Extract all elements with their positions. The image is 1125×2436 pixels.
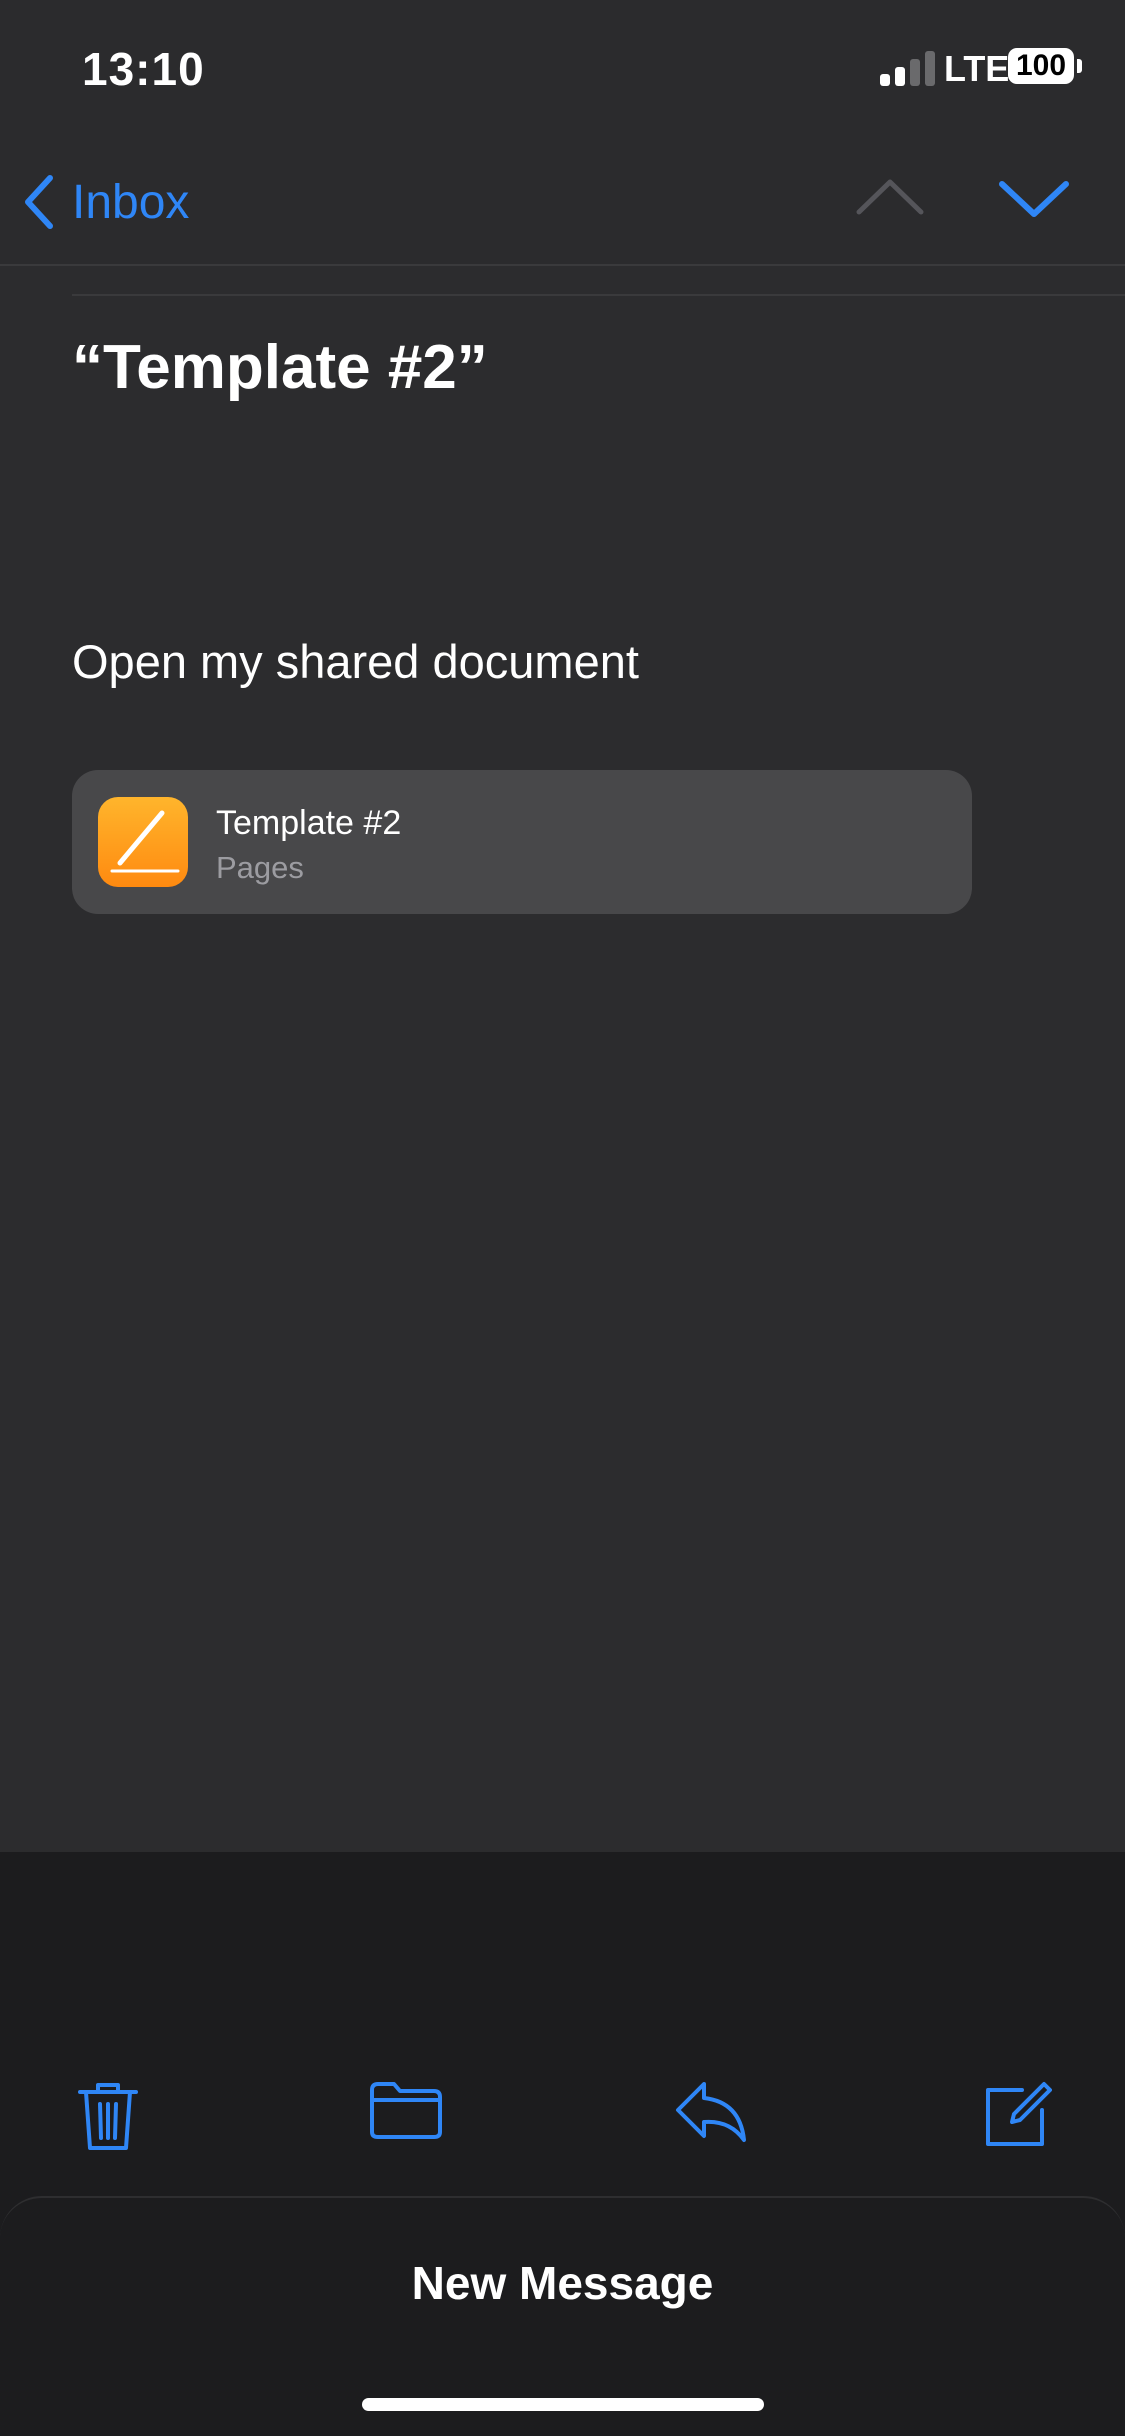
folder-icon[interactable] (368, 2080, 444, 2140)
home-indicator[interactable] (362, 2398, 764, 2411)
shared-document-attachment[interactable]: Template #2 Pages (72, 770, 972, 914)
status-bar: 13:10 LTE 100 (0, 0, 1125, 140)
status-time: 13:10 (82, 43, 205, 95)
message-toolbar (0, 1990, 1125, 2184)
back-to-inbox-button[interactable]: Inbox (24, 164, 189, 240)
chevron-down-icon[interactable] (998, 170, 1070, 230)
attachment-title: Template #2 (216, 804, 402, 842)
message-body: Open my shared document (72, 635, 639, 688)
chevron-left-icon (25, 175, 53, 229)
new-message-title[interactable]: New Message (0, 2256, 1125, 2310)
cellular-signal-icon (880, 50, 936, 86)
header-divider (72, 294, 1125, 296)
mail-message-screen: 13:10 LTE 100 Inbox “Template #2” Open m… (0, 0, 1125, 2436)
attachment-app-name: Pages (216, 850, 304, 885)
chevron-up-icon[interactable] (855, 170, 925, 230)
network-type: LTE (944, 48, 1010, 89)
trash-icon[interactable] (76, 2080, 140, 2152)
back-label: Inbox (72, 175, 190, 229)
message-subject: “Template #2” (72, 333, 488, 402)
reply-icon[interactable] (674, 2080, 750, 2144)
compose-icon[interactable] (982, 2080, 1052, 2150)
pages-app-icon (98, 797, 188, 887)
battery-tip (1077, 59, 1082, 73)
navigation-bar: Inbox (0, 140, 1125, 266)
battery-icon: 100 (1008, 48, 1074, 84)
